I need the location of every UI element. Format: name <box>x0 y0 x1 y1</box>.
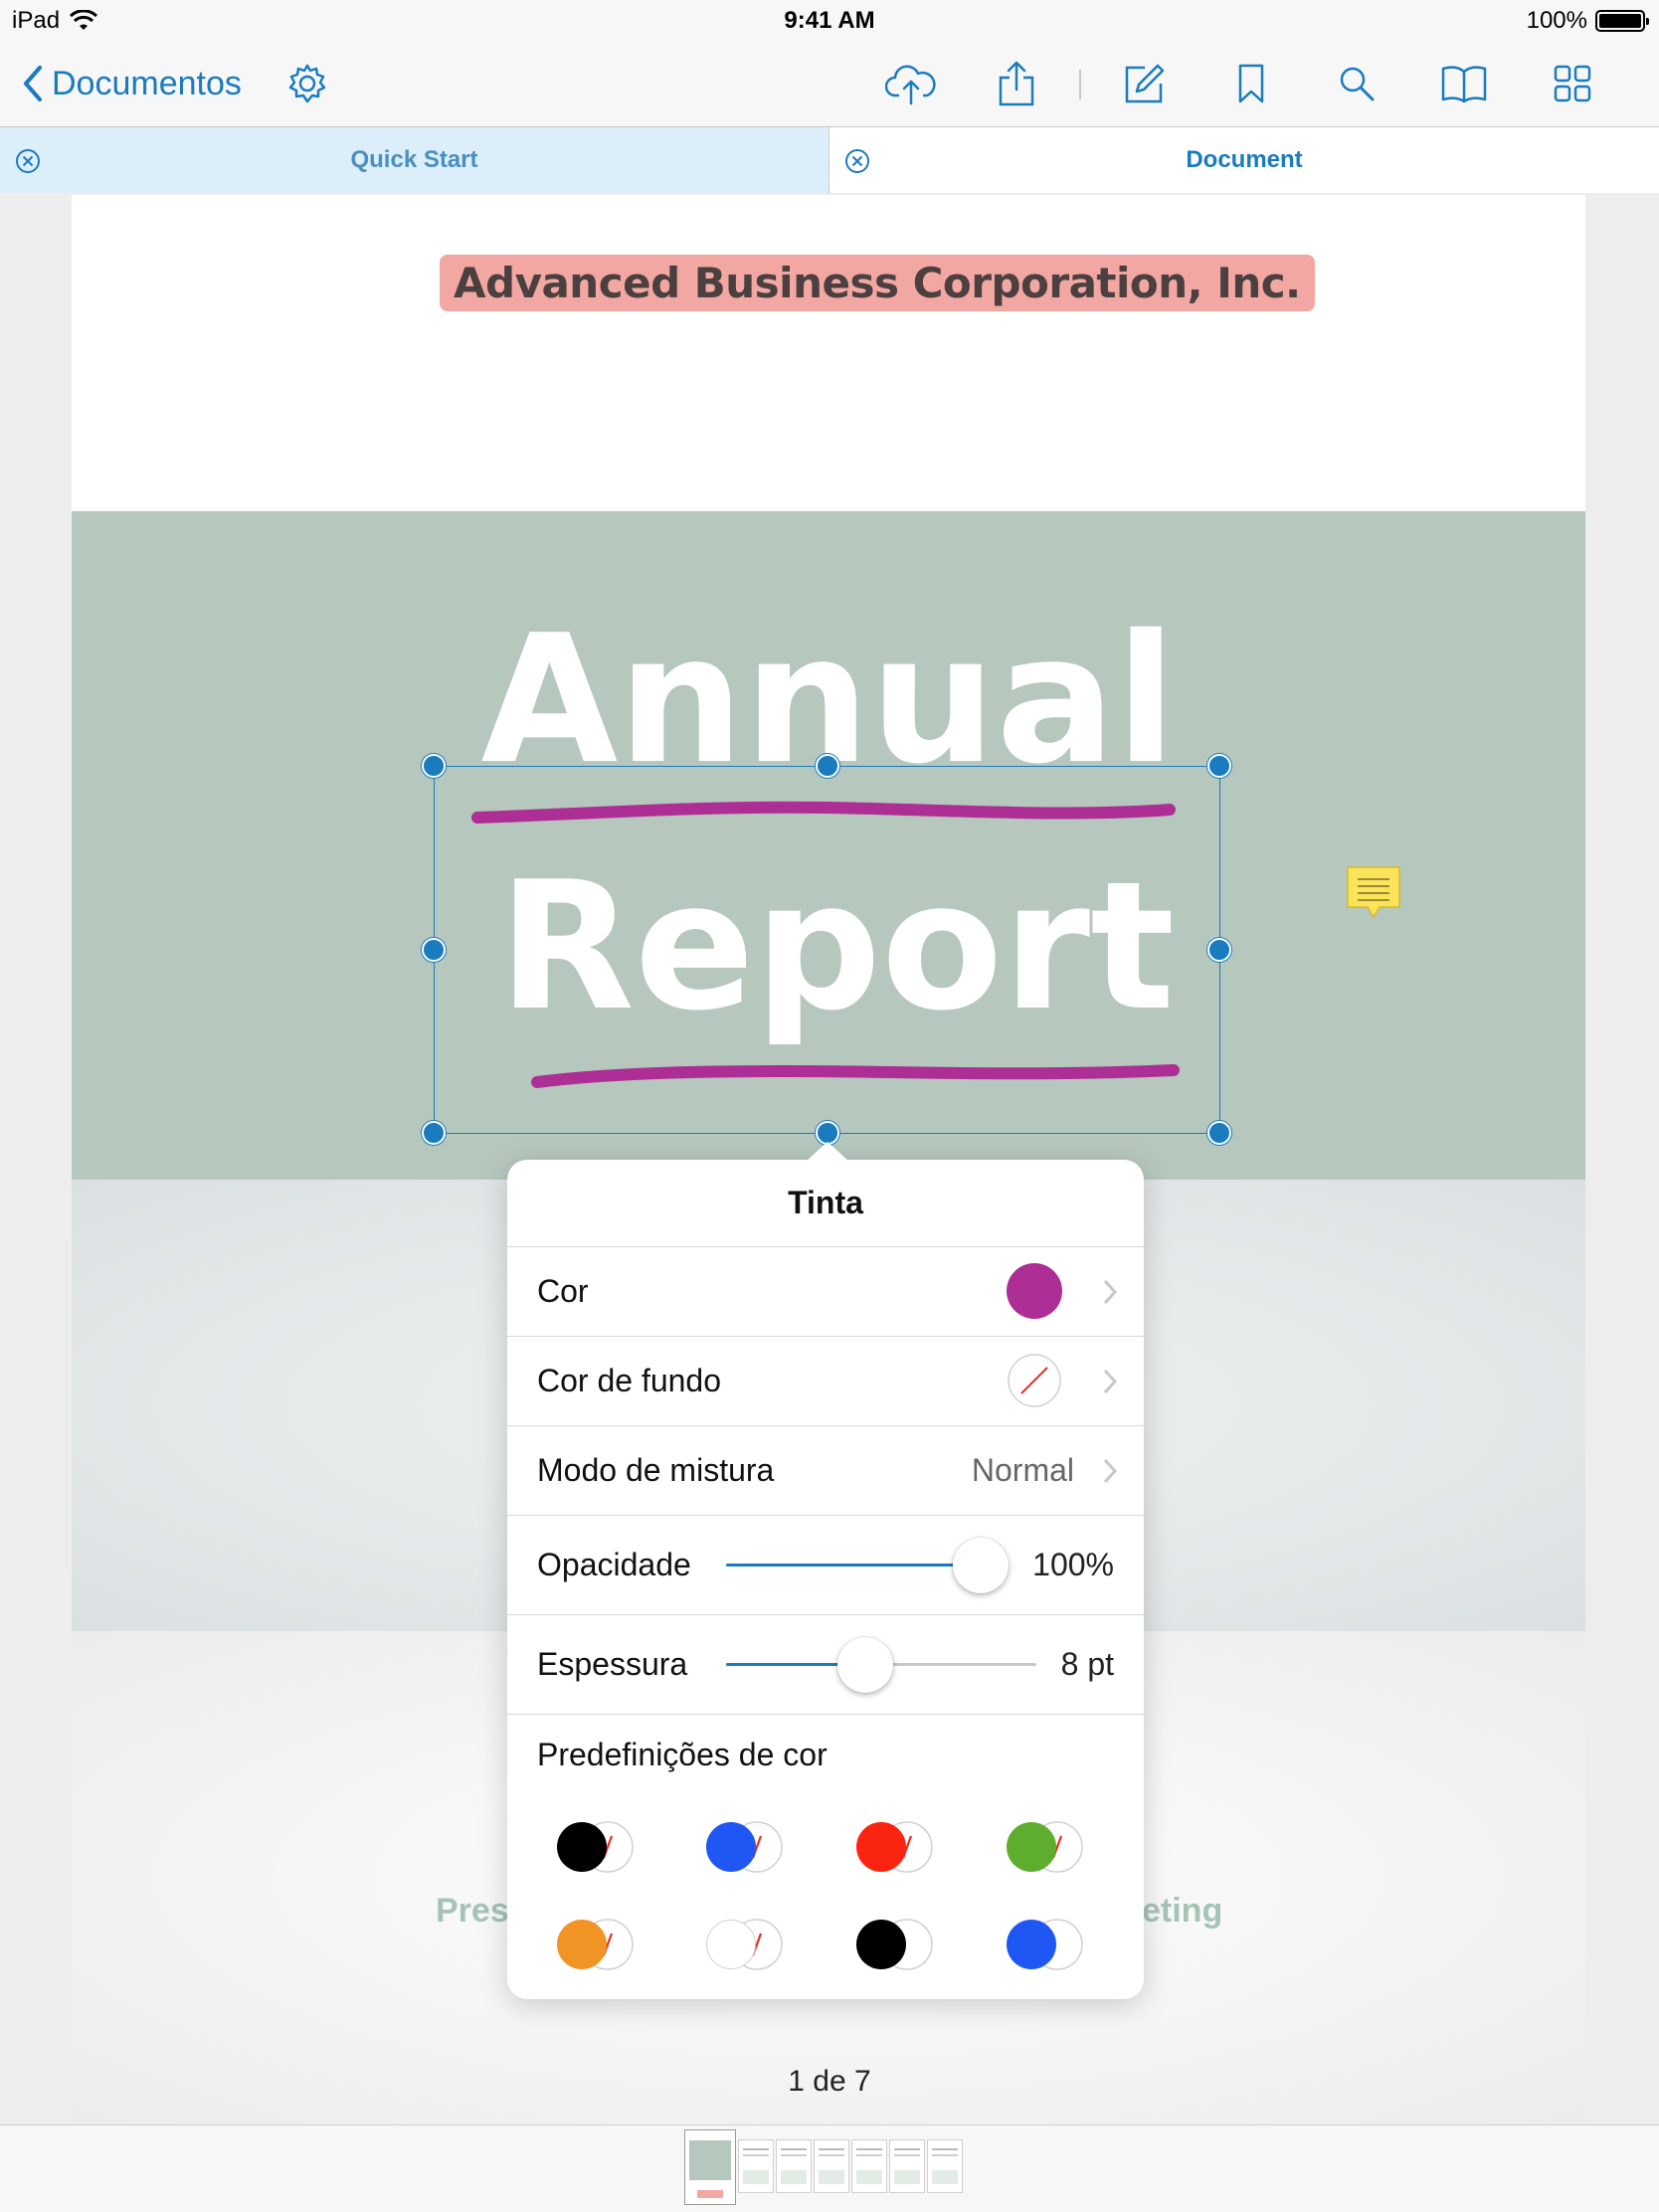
blend-mode-label: Modo de mistura <box>537 1452 775 1488</box>
page-thumbnail[interactable] <box>889 2139 925 2193</box>
color-preset[interactable] <box>993 1816 1092 1876</box>
tab-bar: Quick Start Document <box>0 127 1659 193</box>
stroke-swatch <box>557 1822 607 1872</box>
stroke-swatch <box>856 1920 906 1969</box>
close-tab-icon[interactable] <box>14 147 42 175</box>
tab-label: Document <box>1186 146 1303 173</box>
thickness-slider-thumb[interactable] <box>837 1637 894 1693</box>
blend-mode-row[interactable]: Modo de mistura Normal <box>507 1426 1144 1516</box>
tab-quick-start[interactable]: Quick Start <box>0 127 830 193</box>
page-thumbnail[interactable] <box>851 2139 887 2193</box>
resize-handle-bottom-left[interactable] <box>422 1121 446 1145</box>
status-right: 100% <box>1526 7 1649 35</box>
resize-handle-left[interactable] <box>422 938 446 962</box>
status-bar: iPad 9:41 AM 100% <box>0 0 1659 40</box>
resize-handle-right[interactable] <box>1207 938 1231 962</box>
no-color-swatch-icon <box>1008 1354 1061 1407</box>
opacity-row: Opacidade 100% <box>507 1516 1144 1615</box>
back-label: Documentos <box>52 64 242 102</box>
tab-label: Quick Start <box>350 146 478 173</box>
battery-percent: 100% <box>1526 7 1587 34</box>
search-icon[interactable] <box>1331 58 1382 109</box>
page-thumbnail[interactable] <box>776 2139 812 2193</box>
color-preset[interactable] <box>543 1816 643 1876</box>
stroke-swatch <box>1007 1920 1056 1969</box>
opacity-slider-fill <box>726 1564 981 1567</box>
color-swatch <box>1007 1263 1062 1319</box>
bookmark-icon[interactable] <box>1225 58 1277 109</box>
tab-document[interactable]: Document <box>830 127 1659 193</box>
stroke-swatch <box>1007 1822 1056 1872</box>
clock: 9:41 AM <box>784 7 875 34</box>
stroke-swatch <box>557 1920 607 1969</box>
subtitle-fragment-left: Pres <box>436 1892 509 1930</box>
color-presets-label: Predefinições de cor <box>537 1737 828 1772</box>
opacity-slider-thumb[interactable] <box>953 1538 1009 1593</box>
blend-mode-value: Normal <box>971 1452 1074 1488</box>
toolbar: Documentos <box>0 40 1659 127</box>
page-thumbnail[interactable] <box>684 2129 736 2205</box>
chevron-right-icon <box>1103 1458 1118 1484</box>
page-indicator: 1 de 7 <box>788 2065 871 2098</box>
color-preset[interactable] <box>842 1816 942 1876</box>
color-preset[interactable] <box>543 1914 643 1973</box>
grid-icon[interactable] <box>1547 58 1598 109</box>
fill-color-label: Cor de fundo <box>537 1363 722 1398</box>
color-preset[interactable] <box>993 1914 1092 1973</box>
popover-title: Tinta <box>507 1160 1144 1247</box>
page-thumbnail[interactable] <box>738 2139 774 2193</box>
color-preset[interactable] <box>692 1914 792 1973</box>
resize-handle-top[interactable] <box>816 754 839 778</box>
resize-handle-top-right[interactable] <box>1207 754 1231 778</box>
chevron-right-icon <box>1103 1279 1118 1305</box>
color-preset[interactable] <box>842 1914 942 1973</box>
page-thumbnail[interactable] <box>927 2139 963 2193</box>
back-button[interactable]: Documentos <box>22 60 242 107</box>
edit-icon[interactable] <box>1119 58 1171 109</box>
thickness-label: Espessura <box>537 1646 688 1682</box>
thickness-row: Espessura 8 pt <box>507 1615 1144 1715</box>
toolbar-separator <box>1079 70 1081 99</box>
thickness-value: 8 pt <box>1060 1646 1114 1682</box>
share-icon[interactable] <box>991 58 1042 109</box>
resize-handle-top-left[interactable] <box>422 754 446 778</box>
color-label: Cor <box>537 1273 589 1309</box>
stroke-swatch <box>706 1822 756 1872</box>
annotation-selection-box[interactable] <box>422 754 1231 1145</box>
fill-color-row[interactable]: Cor de fundo <box>507 1337 1144 1426</box>
ink-popover: Tinta Cor Cor de fundo Modo de mistura N… <box>507 1142 1144 1999</box>
stroke-swatch <box>706 1920 756 1969</box>
thumbnail-strip <box>0 2124 1659 2212</box>
color-preset[interactable] <box>692 1816 792 1876</box>
note-annotation-icon[interactable] <box>1346 865 1401 925</box>
opacity-label: Opacidade <box>537 1547 691 1582</box>
chevron-left-icon <box>24 66 42 101</box>
resize-handle-bottom-right[interactable] <box>1207 1121 1231 1145</box>
gear-icon[interactable] <box>281 58 333 109</box>
stroke-swatch <box>856 1822 906 1872</box>
book-icon[interactable] <box>1438 58 1490 109</box>
subtitle-fragment-right: eting <box>1142 1892 1223 1930</box>
opacity-value: 100% <box>1032 1547 1114 1582</box>
close-tab-icon[interactable] <box>843 147 871 175</box>
battery-icon <box>1595 10 1649 32</box>
cloud-upload-icon[interactable] <box>885 58 937 109</box>
popover-arrow <box>806 1142 849 1162</box>
page-thumbnail[interactable] <box>814 2139 849 2193</box>
color-row[interactable]: Cor <box>507 1247 1144 1337</box>
chevron-right-icon <box>1103 1369 1118 1394</box>
